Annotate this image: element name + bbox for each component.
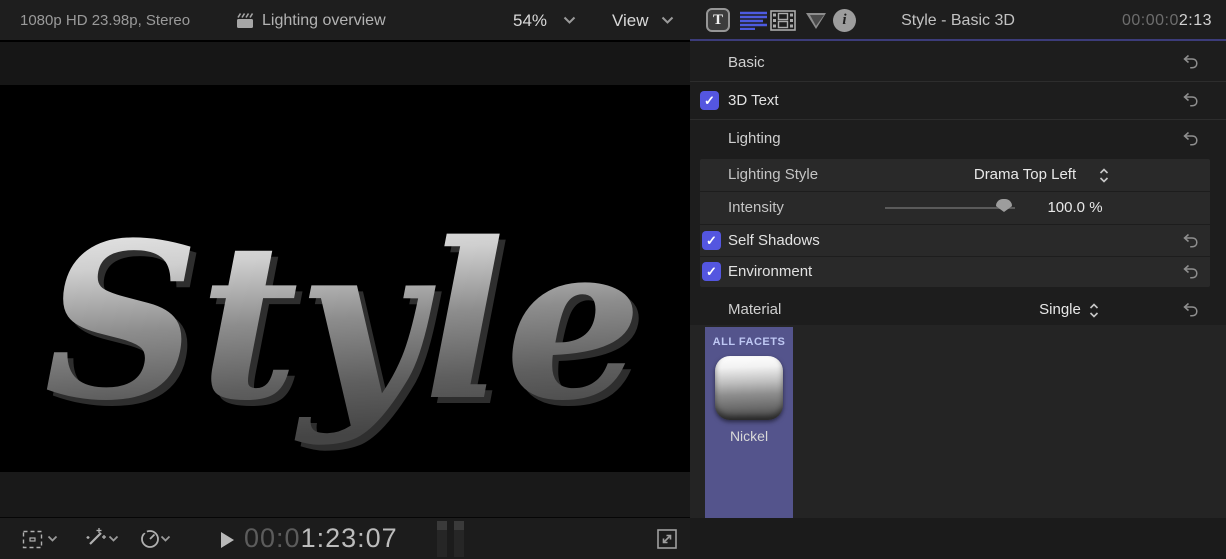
zoom-level-dropdown[interactable]: 54% [513, 0, 547, 41]
title-inspector-tab[interactable] [740, 11, 768, 30]
section-row-basic: Basic [690, 44, 1226, 81]
intensity-label: Intensity [728, 192, 784, 224]
enhancements-wand-icon[interactable] [84, 527, 107, 550]
lighting-section-label: Lighting [728, 120, 781, 158]
generator-inspector-tab[interactable] [804, 11, 828, 31]
viewer-canvas[interactable]: Style Style [0, 85, 690, 472]
clapperboard-icon [236, 12, 254, 29]
chevron-down-icon[interactable] [47, 535, 58, 543]
video-inspector-tab[interactable] [770, 10, 796, 31]
chevron-down-icon[interactable] [160, 535, 171, 543]
audio-meter-left [437, 521, 447, 557]
popup-updown-icon[interactable] [1098, 168, 1110, 183]
basic-section-label: Basic [728, 44, 765, 81]
chevron-down-icon[interactable] [661, 16, 674, 25]
material-tray: ALL FACETS Nickel [690, 325, 1226, 518]
section-row-material: Material Single [690, 295, 1226, 325]
app-window: 1080p HD 23.98p, Stereo Lighting overvie… [0, 0, 1226, 559]
view-menu-button[interactable]: View [612, 0, 649, 41]
inspector-header: T [690, 0, 1226, 41]
play-button[interactable] [221, 532, 234, 548]
environment-label: Environment [728, 257, 812, 287]
reset-icon[interactable] [1182, 302, 1199, 318]
material-mode-popup[interactable]: Single [1000, 295, 1120, 325]
self-shadows-label: Self Shadows [728, 225, 820, 257]
chevron-down-icon[interactable] [108, 535, 119, 543]
transform-tool-icon[interactable] [22, 530, 43, 549]
3d-text-render: Style Style [0, 85, 690, 472]
timecode-dim-digits: 00:0 [244, 523, 301, 553]
viewer-toolbar: 1080p HD 23.98p, Stereo Lighting overvie… [0, 0, 690, 41]
self-shadows-checkbox[interactable]: ✓ [702, 231, 721, 250]
3d-text-label: 3D Text [728, 82, 779, 119]
reset-icon[interactable] [1182, 92, 1199, 108]
intensity-value-field[interactable]: 100.0 % [1030, 192, 1120, 224]
reset-icon[interactable] [1182, 264, 1199, 280]
reset-icon[interactable] [1182, 131, 1199, 147]
transport-bar: 00:01:23:07 [0, 517, 690, 559]
intensity-unit: % [1089, 199, 1102, 216]
param-row-3d-text: ✓ 3D Text [690, 82, 1226, 119]
info-inspector-tab[interactable]: i [833, 9, 856, 32]
material-tile-selected[interactable]: ALL FACETS Nickel [705, 327, 793, 518]
intensity-slider-track[interactable] [885, 207, 1015, 209]
intensity-slider-thumb[interactable] [996, 199, 1012, 212]
retime-icon[interactable] [140, 529, 160, 549]
param-row-intensity: Intensity 100.0 % [700, 192, 1210, 224]
popup-updown-icon[interactable] [1088, 303, 1100, 318]
inspector-title: Style - Basic 3D [858, 0, 1058, 41]
fullscreen-expand-icon[interactable] [656, 528, 678, 550]
format-info: 1080p HD 23.98p, Stereo [20, 0, 190, 41]
lighting-params-group: Lighting Style Drama Top Left Intensity … [700, 159, 1210, 287]
audio-meter-right [454, 521, 464, 557]
inspector-timecode-bright: 2:13 [1179, 12, 1212, 29]
viewer-letterbox-bottom [0, 472, 690, 517]
text-inspector-tab[interactable]: T [706, 8, 730, 32]
material-facets-label: ALL FACETS [705, 336, 793, 348]
param-row-self-shadows: ✓ Self Shadows [700, 225, 1210, 257]
reset-icon[interactable] [1182, 54, 1199, 70]
inspector-timecode: 00:00:02:13 [1122, 0, 1212, 41]
viewer-letterbox-top [0, 42, 690, 85]
lighting-style-label: Lighting Style [728, 159, 818, 191]
3d-text-checkbox[interactable]: ✓ [700, 91, 719, 110]
inspector-pane: T [690, 0, 1226, 559]
lighting-style-popup[interactable]: Drama Top Left [955, 159, 1095, 191]
material-thumbnail[interactable] [715, 356, 783, 420]
material-section-label: Material [728, 295, 781, 325]
timecode-bright-digits: 1:23:07 [301, 523, 398, 553]
section-row-lighting: Lighting [690, 120, 1226, 158]
inspector-bottom-strip [690, 518, 1226, 559]
environment-checkbox[interactable]: ✓ [702, 262, 721, 281]
chevron-down-icon[interactable] [563, 16, 576, 25]
param-row-environment: ✓ Environment [700, 257, 1210, 287]
reset-icon[interactable] [1182, 233, 1199, 249]
viewer-pane: 1080p HD 23.98p, Stereo Lighting overvie… [0, 0, 690, 559]
intensity-value: 100.0 [1047, 199, 1085, 216]
project-name: Lighting overview [262, 0, 386, 41]
inspector-timecode-dim: 00:00:0 [1122, 12, 1179, 29]
3d-text-face: Style [44, 195, 642, 448]
playhead-timecode[interactable]: 00:01:23:07 [244, 523, 398, 554]
material-name-label: Nickel [705, 428, 793, 444]
param-row-lighting-style: Lighting Style Drama Top Left [700, 159, 1210, 191]
